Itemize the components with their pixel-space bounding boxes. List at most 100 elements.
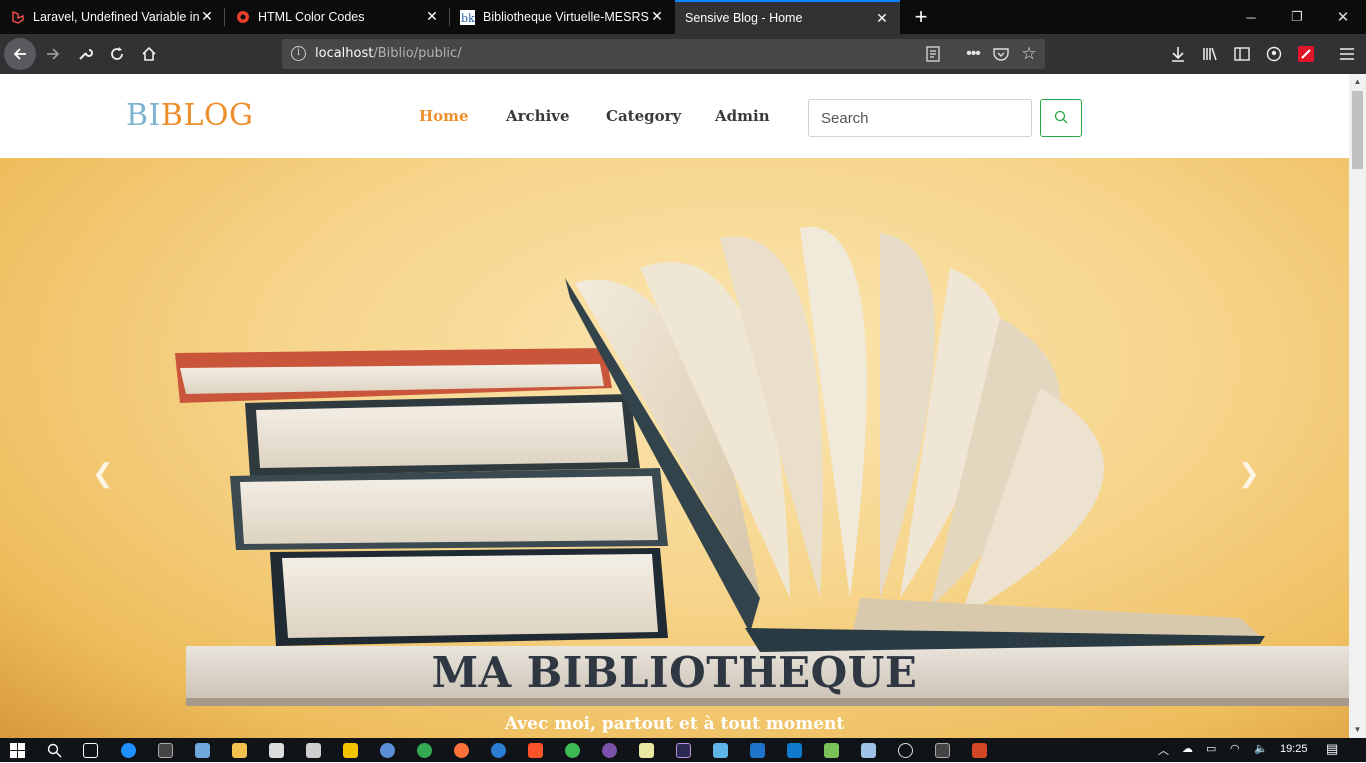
minimize-icon[interactable]: ─ <box>1228 0 1274 34</box>
bibliotheque-icon: bk <box>460 9 475 25</box>
app-icon[interactable] <box>898 743 913 758</box>
carousel-next-icon[interactable]: ❯ <box>1238 458 1260 489</box>
bookmark-star-icon[interactable]: ☆ <box>1020 44 1038 63</box>
browser-tab-2[interactable]: HTML Color Codes ✕ <box>225 0 450 34</box>
android-icon[interactable] <box>824 743 839 758</box>
home-icon[interactable] <box>133 38 165 70</box>
book-stack <box>175 348 668 646</box>
restore-icon[interactable]: ❐ <box>1274 0 1320 34</box>
onedrive-icon[interactable]: ☁ <box>1182 742 1193 755</box>
close-tab-icon[interactable]: ✕ <box>199 8 215 24</box>
menu-hamburger-icon[interactable] <box>1331 38 1363 70</box>
browser-tab-4[interactable]: Sensive Blog - Home ✕ <box>675 0 900 34</box>
close-tab-icon[interactable]: ✕ <box>424 8 440 24</box>
url-text: localhost/Biblio/public/ <box>315 46 462 61</box>
reader-view-icon[interactable] <box>924 45 942 63</box>
app-icon[interactable] <box>195 743 210 758</box>
svg-text:bk: bk <box>461 12 475 25</box>
account-icon[interactable] <box>1258 38 1290 70</box>
clock[interactable]: 19:25 <box>1280 743 1308 755</box>
windows-taskbar: ︿ ☁ ▭ ◠ 🔈 19:25 ▤ <box>0 738 1366 762</box>
download-icon[interactable] <box>1162 38 1194 70</box>
vscode-icon[interactable] <box>787 743 802 758</box>
open-book <box>565 227 1265 652</box>
laravel-icon <box>10 10 25 25</box>
edge-icon[interactable] <box>121 743 136 758</box>
task-view-icon[interactable] <box>83 743 98 758</box>
close-window-icon[interactable]: ✕ <box>1320 0 1366 34</box>
battery-icon[interactable]: ▭ <box>1206 742 1216 755</box>
app-icon[interactable] <box>861 743 876 758</box>
tab-title: HTML Color Codes <box>258 10 365 24</box>
site-info-icon[interactable]: i <box>291 46 306 61</box>
site-header: BIBLOG Home Archive Category Admin <box>0 74 1349 158</box>
brave-icon[interactable] <box>528 743 543 758</box>
store-icon[interactable] <box>269 743 284 758</box>
web-page: BIBLOG Home Archive Category Admin Searc… <box>0 74 1349 738</box>
back-icon[interactable] <box>4 38 36 70</box>
pocket-icon[interactable] <box>992 45 1010 63</box>
new-tab-icon[interactable]: + <box>904 0 938 34</box>
url-path: /Biblio/public/ <box>373 46 462 61</box>
file-explorer-icon[interactable] <box>232 743 247 758</box>
tab-title: Bibliotheque Virtuelle-MESRS <box>483 10 649 24</box>
more-actions-icon[interactable]: ••• <box>964 45 982 63</box>
sidebar-icon[interactable] <box>1226 38 1258 70</box>
terminal-icon[interactable] <box>158 743 173 758</box>
scroll-down-icon[interactable]: ▼ <box>1349 722 1366 738</box>
chrome-icon[interactable] <box>417 743 432 758</box>
scrollbar-thumb[interactable] <box>1352 91 1363 169</box>
browser-tab-1[interactable]: Laravel, Undefined Variable in V ✕ <box>0 0 225 34</box>
notepad-icon[interactable] <box>639 743 654 758</box>
browser-tab-3[interactable]: bk Bibliotheque Virtuelle-MESRS ✕ <box>450 0 675 34</box>
app-icon[interactable] <box>491 743 506 758</box>
wrench-icon[interactable] <box>69 38 101 70</box>
app-icon[interactable] <box>602 743 617 758</box>
search-icon <box>1054 110 1068 127</box>
wifi-icon[interactable]: ◠ <box>1230 742 1240 755</box>
search-input[interactable] <box>808 99 1032 137</box>
page-scrollbar[interactable]: ▲ ▼ <box>1349 74 1366 738</box>
app-icon[interactable] <box>565 743 580 758</box>
notifications-icon[interactable]: ▤ <box>1326 741 1338 757</box>
browser-nav-bar: i localhost/Biblio/public/ ••• ☆ <box>0 34 1366 74</box>
hero-carousel: ❮ ❯ MA BIBLIOTHEQUE Avec moi, partout et… <box>0 158 1349 738</box>
menu-item-admin[interactable]: Admin <box>715 107 770 125</box>
browser-tab-bar: Laravel, Undefined Variable in V ✕ HTML … <box>0 0 1366 34</box>
logo-part-blog: BLOG <box>160 98 254 133</box>
tray-chevron-icon[interactable]: ︿ <box>1158 742 1169 758</box>
mail-icon[interactable] <box>306 743 321 758</box>
app-icon[interactable] <box>750 743 765 758</box>
app-icon[interactable] <box>713 743 728 758</box>
extension-icon[interactable] <box>1290 38 1322 70</box>
site-logo[interactable]: BIBLOG <box>126 98 253 133</box>
app-icon[interactable] <box>343 743 358 758</box>
url-host: localhost <box>315 46 374 61</box>
url-bar[interactable]: i localhost/Biblio/public/ ••• ☆ <box>282 39 1045 69</box>
close-tab-icon[interactable]: ✕ <box>649 8 665 24</box>
search-icon[interactable] <box>47 743 62 758</box>
reload-icon[interactable] <box>101 38 133 70</box>
search-button[interactable] <box>1040 99 1082 137</box>
close-tab-icon[interactable]: ✕ <box>874 10 890 26</box>
hero-subtitle: Avec moi, partout et à tout moment <box>504 714 845 734</box>
volume-icon[interactable]: 🔈 <box>1254 742 1268 755</box>
logo-part-bi: BI <box>126 98 161 133</box>
start-icon[interactable] <box>10 743 25 758</box>
carousel-prev-icon[interactable]: ❮ <box>92 458 114 489</box>
menu-item-category[interactable]: Category <box>606 107 681 125</box>
terminal-icon[interactable] <box>935 743 950 758</box>
firefox-icon[interactable] <box>454 743 469 758</box>
phpstorm-icon[interactable] <box>676 743 691 758</box>
library-icon[interactable] <box>1194 38 1226 70</box>
powerpoint-icon[interactable] <box>972 743 987 758</box>
tab-title: Laravel, Undefined Variable in V <box>33 10 201 24</box>
hero-title: MA BIBLIOTHEQUE <box>431 648 918 697</box>
scroll-up-icon[interactable]: ▲ <box>1349 74 1366 90</box>
forward-icon[interactable] <box>37 38 69 70</box>
menu-item-archive[interactable]: Archive <box>506 107 570 125</box>
tab-title: Sensive Blog - Home <box>685 11 803 25</box>
color-codes-icon <box>235 10 250 25</box>
app-icon[interactable] <box>380 743 395 758</box>
menu-item-home[interactable]: Home <box>419 107 469 125</box>
